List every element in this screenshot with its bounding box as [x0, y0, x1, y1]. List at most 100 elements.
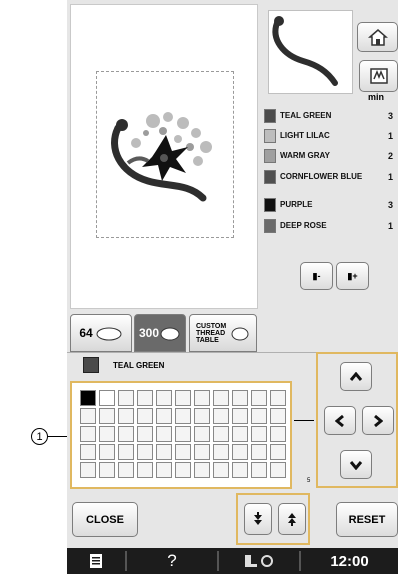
thread-minutes: 2: [388, 151, 394, 161]
thread-grid-cell[interactable]: [270, 426, 286, 442]
thread-grid-cell[interactable]: [118, 444, 134, 460]
thread-row[interactable]: WARM GRAY 2: [264, 146, 398, 166]
thread-row[interactable]: DEEP ROSE 1: [264, 216, 398, 236]
thread-grid-cell[interactable]: [232, 390, 248, 406]
thread-swatch: [264, 198, 276, 212]
thread-grid-cell[interactable]: [232, 444, 248, 460]
thread-swatch: [264, 149, 276, 163]
thread-grid-cell[interactable]: [251, 426, 267, 442]
thread-grid-cell[interactable]: [194, 408, 210, 424]
tab-64-colors[interactable]: 64: [70, 314, 132, 352]
down-button[interactable]: [340, 450, 372, 479]
tab-300-colors[interactable]: 300: [134, 314, 186, 352]
thread-grid-cell[interactable]: [99, 390, 115, 406]
thread-grid-cell[interactable]: [137, 462, 153, 478]
thread-grid-cell[interactable]: [137, 444, 153, 460]
thread-grid-cell[interactable]: [99, 408, 115, 424]
help-button[interactable]: ?: [127, 551, 217, 571]
thread-grid-cell[interactable]: [213, 444, 229, 460]
side-label: 5: [307, 478, 311, 484]
home-button[interactable]: [357, 22, 398, 52]
thread-grid-cell[interactable]: [137, 390, 153, 406]
thread-grid-cell[interactable]: [156, 426, 172, 442]
thread-name: WARM GRAY: [280, 151, 330, 160]
thread-grid-cell[interactable]: [80, 426, 96, 442]
embroidery-frame-icon: [369, 68, 388, 84]
thread-grid-cell[interactable]: [232, 462, 248, 478]
home-icon: [367, 29, 388, 46]
thread-grid-cell[interactable]: [156, 408, 172, 424]
close-button[interactable]: CLOSE: [72, 502, 138, 537]
thread-grid-cell[interactable]: [251, 444, 267, 460]
callout-number: 1: [31, 428, 48, 445]
thread-grid-cell[interactable]: [270, 390, 286, 406]
thread-grid-cell[interactable]: [175, 444, 191, 460]
thread-grid-cell[interactable]: [232, 426, 248, 442]
document-icon: [90, 554, 102, 568]
thread-grid-cell[interactable]: [80, 444, 96, 460]
thread-minutes: 1: [388, 221, 394, 231]
thread-grid-cell[interactable]: [251, 462, 267, 478]
thread-grid-cell[interactable]: [156, 390, 172, 406]
thread-grid-cell[interactable]: [270, 444, 286, 460]
thread-row[interactable]: TEAL GREEN 3: [264, 106, 398, 126]
left-button[interactable]: [324, 406, 356, 435]
thread-grid-cell[interactable]: [99, 426, 115, 442]
thread-grid-cell[interactable]: [80, 408, 96, 424]
thread-grid-cell[interactable]: [80, 390, 96, 406]
presser-foot-icon: [245, 555, 273, 567]
thread-grid-cell[interactable]: [232, 408, 248, 424]
thread-grid-cell[interactable]: [213, 426, 229, 442]
thread-grid-cell[interactable]: [118, 462, 134, 478]
thread-row[interactable]: LIGHT LILAC 1: [264, 126, 398, 146]
thread-grid-cell[interactable]: [213, 390, 229, 406]
thread-row[interactable]: CORNFLOWER BLUE 1: [264, 167, 398, 187]
tab-label: 64: [79, 326, 93, 340]
thread-grid-cell[interactable]: [156, 462, 172, 478]
thread-grid-cell[interactable]: [175, 408, 191, 424]
move-down-button[interactable]: [244, 503, 272, 535]
thread-name: CORNFLOWER BLUE: [280, 172, 363, 181]
thread-grid-cell[interactable]: [270, 462, 286, 478]
move-up-button[interactable]: [278, 503, 306, 535]
reset-button[interactable]: RESET: [336, 502, 398, 537]
thread-grid-cell[interactable]: [251, 408, 267, 424]
thread-grid-cell[interactable]: [175, 426, 191, 442]
thread-grid-cell[interactable]: [213, 462, 229, 478]
thread-grid-cell[interactable]: [156, 444, 172, 460]
thread-grid-cell[interactable]: [99, 462, 115, 478]
selected-thread-name: TEAL GREEN: [113, 360, 165, 370]
thread-grid-cell[interactable]: [194, 426, 210, 442]
right-button[interactable]: [362, 406, 394, 435]
tab-custom-thread-table[interactable]: CUSTOM THREAD TABLE: [189, 314, 257, 352]
thread-swatch: [264, 109, 276, 123]
thread-grid-cell[interactable]: [194, 390, 210, 406]
thread-grid-cell[interactable]: [118, 408, 134, 424]
thread-grid-cell[interactable]: [251, 390, 267, 406]
thread-row[interactable]: PURPLE 3: [264, 195, 398, 215]
thread-chart-icon: [160, 327, 180, 341]
thread-grid-cell[interactable]: [175, 462, 191, 478]
spool-plus-button[interactable]: ▮+: [336, 262, 369, 290]
thread-grid-cell[interactable]: [99, 444, 115, 460]
up-button[interactable]: [340, 362, 372, 391]
thread-grid-cell[interactable]: [137, 426, 153, 442]
thread-grid-cell[interactable]: [213, 408, 229, 424]
thread-grid-cell[interactable]: [194, 444, 210, 460]
thread-grid-cell[interactable]: [118, 390, 134, 406]
thread-grid-cell[interactable]: [80, 462, 96, 478]
status-bar: ? 12:00: [67, 548, 398, 574]
thread-name: TEAL GREEN: [280, 111, 332, 120]
spool-minus-button[interactable]: ▮-: [300, 262, 333, 290]
tab-label: CUSTOM THREAD TABLE: [196, 322, 227, 344]
embroidery-design: [111, 112, 213, 207]
thread-grid-cell[interactable]: [270, 408, 286, 424]
thread-grid-cell[interactable]: [137, 408, 153, 424]
thread-spool-icon: [231, 327, 249, 341]
frame-display-button[interactable]: [359, 60, 398, 92]
presser-foot-button[interactable]: [219, 552, 299, 570]
thread-grid-cell[interactable]: [118, 426, 134, 442]
thread-grid-cell[interactable]: [194, 462, 210, 478]
thread-grid-cell[interactable]: [175, 390, 191, 406]
document-button[interactable]: [67, 553, 125, 569]
